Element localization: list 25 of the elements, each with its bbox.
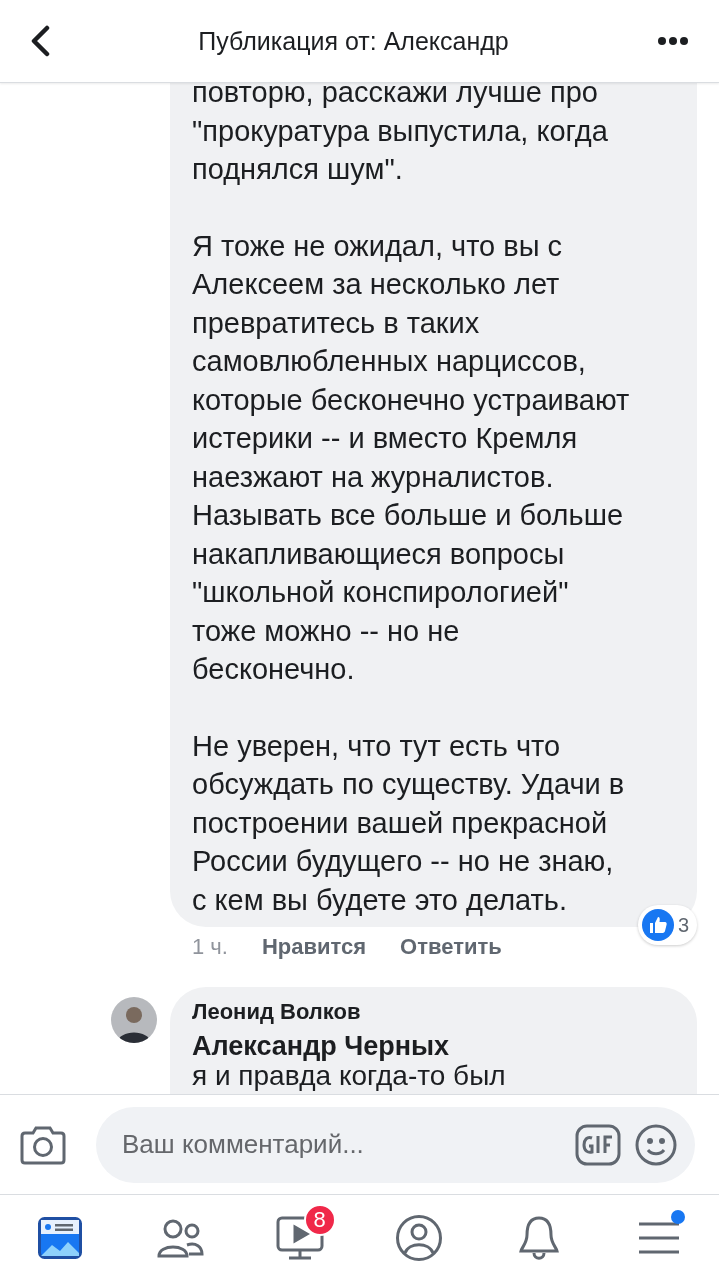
back-button[interactable] [30, 25, 50, 57]
comment-text: я и правда когда-то был [192, 1061, 507, 1091]
reaction-count[interactable]: 3 [637, 905, 697, 945]
menu-icon [638, 1220, 681, 1255]
page-title: Публикация от: Александр [198, 26, 509, 56]
comment-field[interactable]: Ваш комментарий... [96, 1106, 695, 1183]
profile-icon [395, 1213, 444, 1262]
reply-link[interactable]: Ответить [400, 934, 502, 960]
bell-icon [518, 1214, 561, 1261]
comment-text: Я тоже не ожидал, что вы с Алексеем за несколько лет превратитесь в таких самовлюбленных нарциссов, которые бесконечно устраивают истерики -- и вместо Кремля наезжают на журналистов. Называть все больше и больше накапливающиеся вопросы "школьной конспирологией" тоже можно -- но не бесконечно. [192, 228, 631, 687]
comment-author[interactable]: Леонид Волков [192, 999, 677, 1025]
like-link[interactable]: Нравится [261, 934, 367, 960]
camera-icon[interactable] [20, 1124, 66, 1165]
gif-icon[interactable] [575, 1123, 621, 1166]
news-feed-icon [37, 1216, 82, 1259]
like-icon [641, 909, 674, 941]
more-options-icon[interactable] [657, 36, 689, 46]
friends-icon [155, 1217, 204, 1258]
avatar[interactable] [111, 997, 157, 1043]
mention-tag[interactable]: Александр Черных [192, 1029, 677, 1063]
comment-text: Не уверен, что тут есть что обсуждать по существу. Удачи в построении вашей прекрасной России будущего -- но не знаю, с кем вы будете это делать. [192, 728, 626, 918]
comment-text: повторю, расскажи лучше про "прокуратура выпустила, когда поднялся шум". [192, 83, 609, 187]
comment-time: 1 ч. [192, 934, 228, 960]
notification-badge: 8 [303, 1203, 336, 1236]
emoji-icon[interactable] [635, 1123, 677, 1166]
